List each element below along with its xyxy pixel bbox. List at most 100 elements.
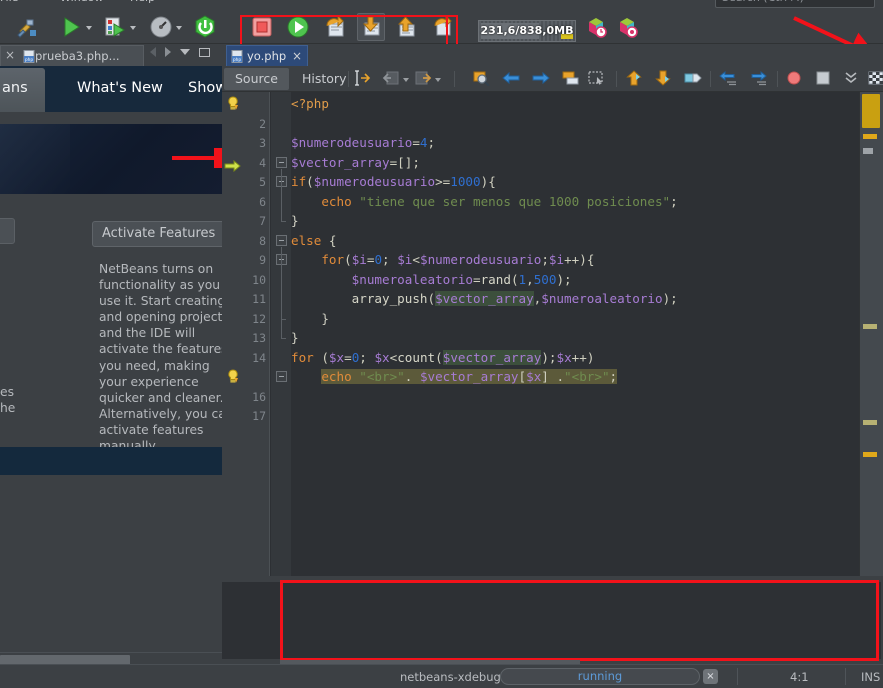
tab-source[interactable]: Source — [224, 68, 289, 90]
output-window[interactable] — [222, 576, 883, 666]
tab-list-dropdown-icon[interactable] — [180, 49, 190, 55]
profiler-clock-button[interactable] — [583, 14, 609, 40]
code-line[interactable]: } — [291, 328, 859, 348]
start-page-body-text: NetBeans turns on functionality as you u… — [99, 262, 222, 453]
code-line[interactable]: <?php — [291, 94, 859, 114]
code-line[interactable]: } — [291, 211, 859, 231]
toggle-bookmark-button[interactable] — [684, 70, 704, 88]
code-line[interactable]: for($i=0; $i<$numerodeusuario;$i++){ — [291, 250, 859, 270]
editor-vertical-scrollbar[interactable] — [859, 92, 883, 600]
scroll-tabs-right-icon[interactable] — [165, 47, 171, 57]
code-line[interactable]: for ($x=0; $x<count($vector_array);$x++) — [291, 348, 859, 368]
profile-project-button[interactable] — [148, 14, 174, 40]
scroll-tabs-left-icon[interactable] — [150, 47, 156, 57]
debug-project-button[interactable] — [102, 14, 128, 40]
warning-bulb-icon[interactable]: ! — [225, 369, 241, 385]
step-into-button[interactable] — [357, 13, 385, 41]
fold-guide-end — [281, 338, 286, 339]
fold-toggle[interactable] — [276, 234, 287, 246]
current-execution-line-arrow-icon — [224, 157, 242, 172]
editor-fold-gutter[interactable] — [271, 92, 291, 600]
start-page-hero-banner — [0, 124, 222, 194]
activate-features-button[interactable]: Activate Features — [92, 221, 222, 247]
finish-debugger-session-button[interactable] — [249, 14, 275, 40]
find-previous-button[interactable] — [502, 70, 522, 88]
navigate-back-dropdown-icon[interactable] — [403, 78, 409, 82]
code-line[interactable]: echo "<br>". $vector_array[$x] ."<br>"; — [291, 367, 859, 387]
profile-dropdown-arrow[interactable] — [176, 26, 182, 30]
profiler-target-button[interactable] — [614, 14, 640, 40]
clean-and-build-button[interactable] — [14, 14, 40, 40]
code-line[interactable] — [291, 406, 859, 426]
stop-server-button[interactable] — [192, 14, 218, 40]
code-line[interactable]: } — [291, 309, 859, 329]
code-token: . — [404, 369, 420, 384]
svg-text:php: php — [233, 57, 241, 63]
line-number: 13 — [252, 331, 266, 345]
code-line[interactable] — [291, 114, 859, 134]
navigate-forward-button[interactable] — [414, 70, 434, 88]
scrollbar-warning-mark-4 — [863, 452, 877, 457]
menu-item-file[interactable]: File — [0, 0, 18, 4]
collapse-all-folds-button[interactable] — [842, 70, 862, 88]
previous-bookmark-button[interactable] — [625, 70, 645, 88]
step-out-button[interactable] — [393, 14, 419, 40]
code-line[interactable]: array_push($vector_array,$numeroaleatori… — [291, 289, 859, 309]
memory-gauge-label: 231,6/838,0MB — [480, 24, 574, 37]
file-tab-yo-php[interactable]: php yo.php × — [226, 45, 308, 66]
progress-bar[interactable]: running — [500, 668, 700, 685]
code-line[interactable]: if($numerodeusuario>=1000){ — [291, 172, 859, 192]
start-page-tab-whats-new[interactable]: What's New — [77, 80, 163, 96]
navigate-back-button[interactable] — [382, 70, 402, 88]
stop-macro-recording-button[interactable] — [814, 70, 834, 88]
start-page-secondary-button[interactable] — [0, 218, 15, 244]
start-page-tab-show[interactable]: Show — [188, 80, 222, 96]
toggle-rect-selection-button[interactable] — [562, 70, 582, 88]
run-project-dropdown-arrow[interactable] — [86, 26, 92, 30]
start-macro-recording-button[interactable] — [785, 70, 805, 88]
navigate-forward-dropdown-icon[interactable] — [435, 78, 441, 82]
find-next-button[interactable] — [532, 70, 552, 88]
file-tab-close-icon[interactable]: × — [4, 49, 16, 61]
code-line[interactable]: $numeroaleatorio=rand(1,500); — [291, 270, 859, 290]
continue-debug-button[interactable] — [285, 14, 311, 40]
debug-project-dropdown-arrow[interactable] — [130, 26, 136, 30]
warning-bulb-icon[interactable]: ! — [225, 96, 241, 112]
code-line[interactable]: $numerodeusuario=4; — [291, 133, 859, 153]
find-selection-button[interactable] — [472, 70, 492, 88]
run-project-button[interactable] — [58, 14, 84, 40]
toggle-highlight-search-button[interactable] — [867, 70, 883, 88]
shift-line-right-button[interactable] — [749, 70, 769, 88]
output-content[interactable] — [222, 582, 881, 659]
editor-annotation-gutter[interactable]: !! — [222, 92, 244, 600]
code-token: , — [526, 271, 534, 287]
run-to-cursor-button[interactable] — [429, 14, 455, 40]
line-number: 17 — [252, 409, 266, 423]
code-line[interactable] — [291, 387, 859, 407]
maximize-window-icon[interactable] — [199, 47, 210, 57]
code-token: $x — [556, 349, 572, 365]
memory-gauge[interactable]: 231,6/838,0MB — [478, 20, 576, 42]
editor-scroll-thumb[interactable] — [862, 94, 880, 128]
search-input[interactable]: Search (Ctrl+I) — [715, 0, 875, 8]
code-line[interactable]: echo "tiene que ser menos que 1000 posic… — [291, 192, 859, 212]
start-page-strip — [0, 112, 222, 124]
menu-item-window[interactable]: Window — [60, 0, 103, 4]
code-line[interactable]: $vector_array=[]; — [222, 152, 883, 172]
code-text[interactable]: <?php $numerodeusuario=4; $vector_array=[]… — [222, 92, 883, 600]
fold-toggle[interactable] — [276, 156, 287, 168]
next-bookmark-button[interactable] — [654, 70, 674, 88]
cancel-task-button[interactable]: × — [703, 669, 718, 684]
code-editor[interactable]: !! 2 3 4 5 6 7 8 9 10 11 12 13 14 16 17 <?php $numerode… — [222, 92, 883, 600]
file-tab-prueba3[interactable]: php prueba3.php... — [0, 45, 144, 66]
file-tab-close-icon[interactable]: × — [292, 50, 302, 62]
shift-line-left-button[interactable] — [719, 70, 739, 88]
last-edit-location-button[interactable] — [354, 70, 374, 88]
code-token: rand — [480, 271, 511, 287]
code-line[interactable]: else { — [291, 231, 859, 251]
rectangular-selection-button[interactable] — [588, 70, 608, 88]
fold-toggle[interactable] — [276, 371, 287, 382]
menu-item-help[interactable]: Help — [130, 0, 155, 4]
step-over-button[interactable] — [321, 14, 347, 40]
